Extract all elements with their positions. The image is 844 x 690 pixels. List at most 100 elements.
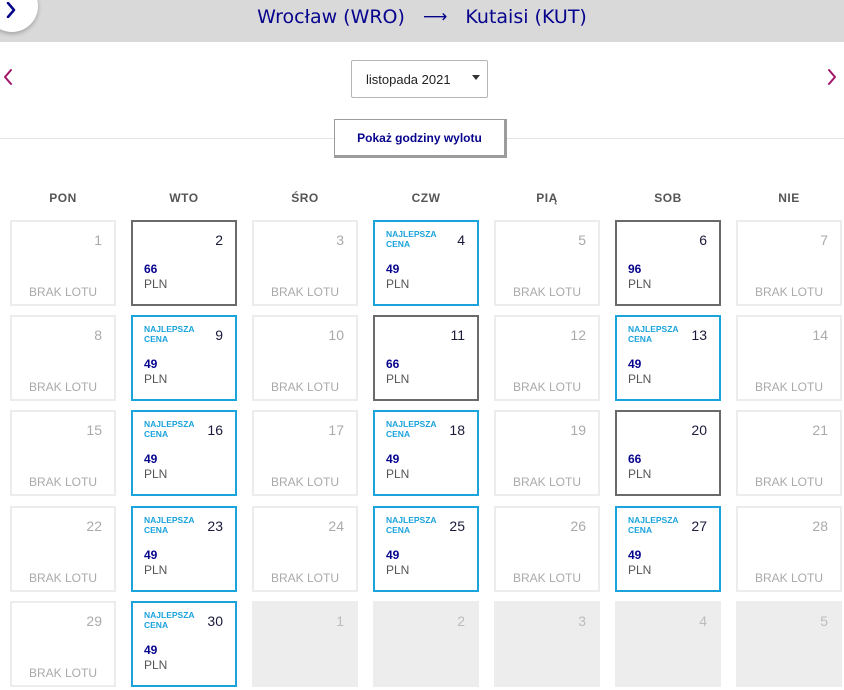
calendar-day[interactable]: 16 NAJLEPSZA CENA 49 PLN (131, 410, 237, 496)
day-number: 16 (207, 422, 223, 438)
best-price-badge: NAJLEPSZA CENA (144, 515, 195, 535)
price-amount: 66 (628, 452, 642, 466)
day-number: 11 (450, 327, 465, 343)
day-number: 21 (812, 422, 828, 438)
day-number: 4 (699, 613, 707, 629)
price-currency: PLN (144, 467, 168, 481)
calendar-day[interactable]: 25 NAJLEPSZA CENA 49 PLN (373, 506, 479, 592)
calendar-day: 28 BRAK LOTU (736, 506, 842, 592)
no-flight-label: BRAK LOTU (270, 285, 339, 299)
weekday-label: PON (49, 191, 77, 205)
no-flight-label: BRAK LOTU (28, 285, 97, 299)
price-currency: PLN (144, 277, 168, 291)
weekday-label: WTO (169, 191, 199, 205)
best-price-badge: NAJLEPSZA CENA (144, 419, 195, 439)
calendar-day[interactable]: 9 NAJLEPSZA CENA 49 PLN (131, 315, 237, 401)
show-departure-times-button[interactable]: Pokaż godziny wylotu (334, 119, 507, 158)
day-number: 10 (328, 327, 344, 343)
calendar-day-next-month: 1 (252, 601, 358, 687)
price-amount: 96 (628, 262, 642, 276)
weekday-label: SOB (654, 191, 682, 205)
day-number: 3 (578, 613, 586, 629)
calendar-day: 5 BRAK LOTU (494, 220, 600, 306)
weekday-label: PIĄ (536, 191, 558, 205)
day-number: 6 (699, 232, 707, 248)
price-currency: PLN (628, 372, 652, 386)
price-amount: 66 (144, 262, 158, 276)
day-number: 28 (812, 518, 828, 534)
day-number: 5 (820, 613, 828, 629)
calendar-day[interactable]: 30 NAJLEPSZA CENA 49 PLN (131, 601, 237, 687)
previous-month-button[interactable] (2, 68, 14, 86)
no-flight-label: BRAK LOTU (28, 571, 97, 585)
price-amount: 66 (386, 357, 400, 371)
calendar-day-next-month: 4 (615, 601, 721, 687)
day-number: 9 (215, 327, 223, 343)
calendar-day[interactable]: 18 NAJLEPSZA CENA 49 PLN (373, 410, 479, 496)
header-bar: Wrocław (WRO) ⟶ Kutaisi (KUT) (0, 0, 844, 42)
day-number: 17 (328, 422, 344, 438)
day-number: 4 (457, 232, 465, 248)
day-number: 22 (86, 518, 102, 534)
no-flight-label: BRAK LOTU (28, 475, 97, 489)
route-title: Wrocław (WRO) ⟶ Kutaisi (KUT) (0, 6, 844, 28)
best-price-badge: NAJLEPSZA CENA (386, 515, 437, 535)
no-flight-label: BRAK LOTU (754, 285, 823, 299)
calendar-day[interactable]: 27 NAJLEPSZA CENA 49 PLN (615, 506, 721, 592)
no-flight-label: BRAK LOTU (28, 380, 97, 394)
calendar-day: 7 BRAK LOTU (736, 220, 842, 306)
calendar-day[interactable]: 4 NAJLEPSZA CENA 49 PLN (373, 220, 479, 306)
calendar-day-next-month: 3 (494, 601, 600, 687)
no-flight-label: BRAK LOTU (754, 380, 823, 394)
price-currency: PLN (628, 277, 652, 291)
calendar-day-next-month: 5 (736, 601, 842, 687)
no-flight-label: BRAK LOTU (270, 571, 339, 585)
day-number: 26 (570, 518, 586, 534)
calendar-day: 21 BRAK LOTU (736, 410, 842, 496)
calendar-day[interactable]: 23 NAJLEPSZA CENA 49 PLN (131, 506, 237, 592)
calendar-day[interactable]: 13 NAJLEPSZA CENA 49 PLN (615, 315, 721, 401)
month-select[interactable]: listopada 2021 (351, 60, 488, 98)
no-flight-label: BRAK LOTU (754, 571, 823, 585)
show-departure-times-label: Pokaż godziny wylotu (357, 130, 482, 145)
price-amount: 49 (386, 262, 400, 276)
price-amount: 49 (144, 643, 158, 657)
best-price-badge: NAJLEPSZA CENA (386, 229, 437, 249)
price-currency: PLN (144, 372, 168, 386)
calendar-day[interactable]: 6 96 PLN (615, 220, 721, 306)
calendar-day: 14 BRAK LOTU (736, 315, 842, 401)
no-flight-label: BRAK LOTU (512, 571, 581, 585)
price-amount: 49 (628, 357, 642, 371)
calendar-day: 19 BRAK LOTU (494, 410, 600, 496)
day-number: 24 (328, 518, 344, 534)
calendar-day[interactable]: 20 66 PLN (615, 410, 721, 496)
calendar-day[interactable]: 2 66 PLN (131, 220, 237, 306)
price-currency: PLN (386, 563, 410, 577)
day-number: 18 (449, 422, 465, 438)
day-number: 2 (457, 613, 465, 629)
day-number: 23 (207, 518, 223, 534)
next-month-button[interactable] (826, 68, 838, 86)
day-number: 27 (691, 518, 707, 534)
best-price-badge: NAJLEPSZA CENA (386, 419, 437, 439)
price-amount: 49 (144, 548, 158, 562)
day-number: 8 (94, 327, 102, 343)
day-number: 13 (691, 327, 707, 343)
price-currency: PLN (386, 277, 410, 291)
price-currency: PLN (628, 467, 652, 481)
calendar-day[interactable]: 11 66 PLN (373, 315, 479, 401)
calendar-day-next-month: 2 (373, 601, 479, 687)
route-arrow-icon: ⟶ (422, 7, 448, 27)
calendar-day: 3 BRAK LOTU (252, 220, 358, 306)
day-number: 1 (94, 232, 102, 248)
price-amount: 49 (628, 548, 642, 562)
best-price-badge: NAJLEPSZA CENA (144, 610, 195, 630)
day-number: 20 (691, 422, 707, 438)
price-amount: 49 (386, 452, 400, 466)
day-number: 12 (570, 327, 586, 343)
no-flight-label: BRAK LOTU (28, 666, 97, 680)
price-currency: PLN (144, 658, 168, 672)
price-currency: PLN (628, 563, 652, 577)
no-flight-label: BRAK LOTU (270, 475, 339, 489)
day-number: 14 (812, 327, 828, 343)
